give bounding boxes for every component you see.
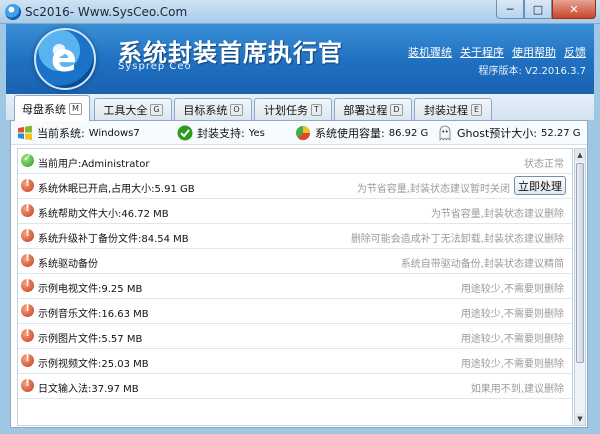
tab-seal-process[interactable]: 封装过程 E bbox=[414, 98, 492, 120]
tab-tools[interactable]: 工具大全 G bbox=[94, 98, 172, 120]
list-item: ! 系统升级补丁备份文件:84.54 MB 删除可能会造成补丁无法卸载,封装状态… bbox=[18, 224, 572, 249]
item-hint: 用途较少,不需要则删除 bbox=[460, 309, 564, 320]
exclamation-circle-icon: ! bbox=[21, 303, 34, 317]
exclamation-circle-icon: ! bbox=[21, 353, 34, 367]
item-name: 系统休眠已开启,占用大小:5.91 GB bbox=[38, 184, 195, 195]
logo-icon: e bbox=[34, 28, 96, 90]
exclamation-circle-icon: ! bbox=[21, 178, 34, 192]
tab-shortcut-key: D bbox=[390, 103, 403, 116]
tab-label: 工具大全 bbox=[103, 103, 148, 117]
current-system-value: Windows7 bbox=[88, 127, 140, 139]
tab-shortcut-key: E bbox=[470, 103, 483, 116]
disk-usage-value: 86.92 G bbox=[388, 127, 429, 139]
tab-shortcut-key: T bbox=[311, 103, 322, 116]
tab-target-system[interactable]: 目标系统 O bbox=[174, 98, 252, 120]
item-name: 示例图片文件:5.57 MB bbox=[38, 334, 143, 345]
item-name: 当前用户:Administrator bbox=[38, 159, 150, 170]
exclamation-circle-icon: ! bbox=[21, 253, 34, 267]
ghost-size-status: Ghost预计大小: 52.27 G bbox=[437, 125, 581, 141]
current-system-label: 当前系统: bbox=[37, 127, 85, 140]
ghost-size-label: Ghost预计大小: bbox=[457, 127, 537, 140]
link-help[interactable]: 使用帮助 bbox=[512, 44, 556, 60]
tab-scheduled-tasks[interactable]: 计划任务 T bbox=[254, 98, 332, 120]
item-hint: 为节省容量,封装状态建议删除 bbox=[430, 209, 564, 220]
item-name: 系统驱动备份 bbox=[38, 259, 98, 270]
item-name: 日文输入法:37.97 MB bbox=[38, 384, 139, 395]
tab-label: 部署过程 bbox=[343, 103, 388, 117]
link-about[interactable]: 关于程序 bbox=[460, 44, 504, 60]
tab-label: 计划任务 bbox=[264, 103, 309, 117]
tab-label: 封装过程 bbox=[423, 103, 468, 117]
tab-strip: 母盘系统 M 工具大全 G 目标系统 O 计划任务 T 部署过程 D 封装过程 … bbox=[6, 94, 594, 121]
list-item: ! 日文输入法:37.97 MB 如果用不到,建议删除 bbox=[18, 374, 572, 399]
list-scrollbar[interactable]: ▲ ▼ bbox=[574, 148, 586, 426]
item-name: 示例音乐文件:16.63 MB bbox=[38, 309, 149, 320]
maximize-button[interactable]: □ bbox=[524, 0, 552, 19]
item-hint: 用途较少,不需要则删除 bbox=[460, 334, 564, 345]
window-title: Sc2016- Www.SysCeo.Com bbox=[25, 5, 188, 19]
ghost-icon bbox=[439, 125, 451, 141]
minimize-button[interactable]: ─ bbox=[496, 0, 524, 19]
version-label: 程序版本: V2.2016.3.7 bbox=[478, 66, 586, 77]
list-item: ! 示例视频文件:25.03 MB 用途较少,不需要则删除 bbox=[18, 349, 572, 374]
item-hint: 为节省容量,封装状态建议暂时关闭 bbox=[356, 184, 510, 195]
list-item: ! 系统驱动备份 系统自带驱动备份,封装状态建议精简 bbox=[18, 249, 572, 274]
tab-label: 母盘系统 bbox=[22, 102, 67, 116]
list-item: ! 示例音乐文件:16.63 MB 用途较少,不需要则删除 bbox=[18, 299, 572, 324]
list-item: ! 示例图片文件:5.57 MB 用途较少,不需要则删除 bbox=[18, 324, 572, 349]
tab-label: 目标系统 bbox=[183, 103, 228, 117]
tab-shortcut-key: G bbox=[150, 103, 163, 116]
item-hint: 状态正常 bbox=[524, 159, 564, 170]
tab-shortcut-key: O bbox=[230, 103, 243, 116]
item-name: 系统升级补丁备份文件:84.54 MB bbox=[38, 234, 189, 245]
item-hint: 如果用不到,建议删除 bbox=[470, 384, 564, 395]
pie-chart-icon bbox=[296, 126, 311, 141]
link-install-stats[interactable]: 装机骤统 bbox=[408, 44, 452, 60]
exclamation-circle-icon: ! bbox=[21, 228, 34, 242]
item-hint: 用途较少,不需要则删除 bbox=[460, 359, 564, 370]
item-hint: 系统自带驱动备份,封装状态建议精简 bbox=[400, 259, 564, 270]
check-circle-icon: ✓ bbox=[21, 153, 34, 167]
check-circle-icon bbox=[177, 125, 193, 141]
exclamation-circle-icon: ! bbox=[21, 328, 34, 342]
windows-logo-icon bbox=[18, 125, 32, 141]
tab-deploy-process[interactable]: 部署过程 D bbox=[334, 98, 412, 120]
app-icon bbox=[5, 4, 21, 20]
title-bar: Sc2016- Www.SysCeo.Com ─ □ ✕ bbox=[0, 0, 600, 24]
item-hint: 用途较少,不需要则删除 bbox=[460, 284, 564, 295]
ghost-size-value: 52.27 G bbox=[540, 127, 581, 139]
tab-shortcut-key: M bbox=[69, 102, 82, 115]
exclamation-circle-icon: ! bbox=[21, 278, 34, 292]
window-controls: ─ □ ✕ bbox=[496, 0, 596, 19]
item-name: 示例视频文件:25.03 MB bbox=[38, 359, 149, 370]
list-item: ✓ 当前用户:Administrator 状态正常 bbox=[18, 149, 572, 174]
tab-master-system[interactable]: 母盘系统 M bbox=[14, 95, 90, 121]
header-links: 装机骤统 关于程序 使用帮助 反馈 bbox=[408, 44, 586, 60]
current-system-status: 当前系统: Windows7 bbox=[17, 125, 140, 141]
scroll-up-arrow-icon[interactable]: ▲ bbox=[575, 149, 585, 161]
item-hint: 删除可能会造成补丁无法卸载,封装状态建议删除 bbox=[350, 234, 564, 245]
content-panel: 当前系统: Windows7 封装支持: Yes 系统使用容量: 86.92 G bbox=[10, 120, 588, 428]
fix-now-button[interactable]: 立即处理 bbox=[514, 176, 566, 195]
system-status-bar: 当前系统: Windows7 封装支持: Yes 系统使用容量: 86.92 G bbox=[11, 121, 587, 145]
exclamation-circle-icon: ! bbox=[21, 378, 34, 392]
seal-support-value: Yes bbox=[248, 127, 265, 139]
scroll-down-arrow-icon[interactable]: ▼ bbox=[575, 413, 585, 425]
seal-support-status: 封装支持: Yes bbox=[177, 125, 265, 141]
disk-usage-label: 系统使用容量: bbox=[315, 127, 385, 140]
link-feedback[interactable]: 反馈 bbox=[564, 44, 586, 60]
list-item: ! 示例电视文件:9.25 MB 用途较少,不需要则删除 bbox=[18, 274, 572, 299]
item-name: 系统帮助文件大小:46.72 MB bbox=[38, 209, 169, 220]
scrollbar-thumb[interactable] bbox=[576, 163, 584, 363]
exclamation-circle-icon: ! bbox=[21, 203, 34, 217]
app-subtitle: Sysprep Ceo bbox=[118, 61, 192, 72]
list-item: ! 系统帮助文件大小:46.72 MB 为节省容量,封装状态建议删除 bbox=[18, 199, 572, 224]
check-list: ✓ 当前用户:Administrator 状态正常 ! 系统休眠已开启,占用大小… bbox=[17, 148, 573, 426]
seal-support-label: 封装支持: bbox=[197, 127, 245, 140]
item-name: 示例电视文件:9.25 MB bbox=[38, 284, 143, 295]
disk-usage-status: 系统使用容量: 86.92 G bbox=[295, 125, 428, 141]
close-button[interactable]: ✕ bbox=[552, 0, 596, 19]
list-item: ! 系统休眠已开启,占用大小:5.91 GB 为节省容量,封装状态建议暂时关闭 … bbox=[18, 174, 572, 199]
